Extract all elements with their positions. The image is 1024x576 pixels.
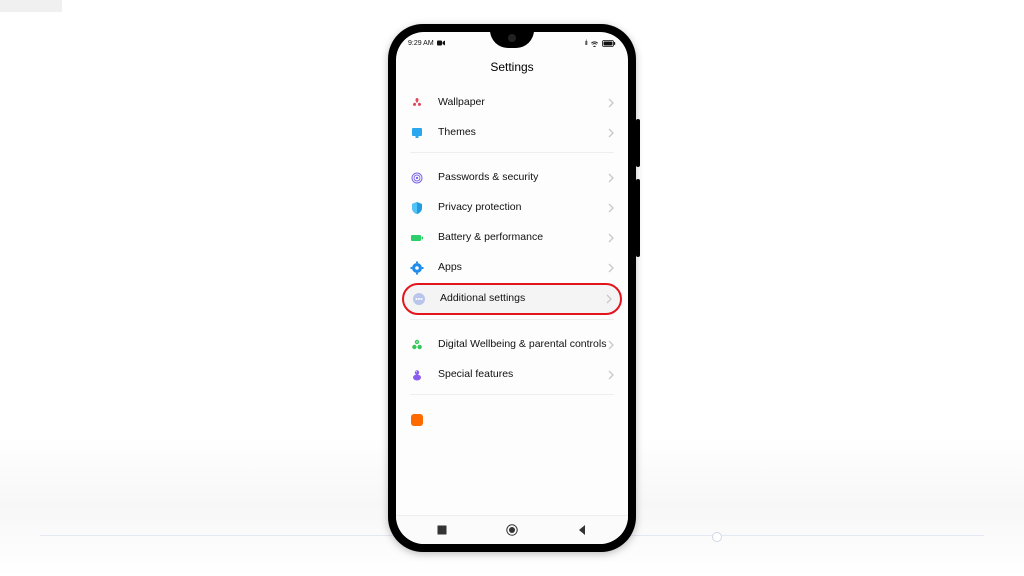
phone-screen: 9:29 AM ılı Settings Wallpaper [396,32,628,544]
shield-icon [410,201,424,215]
battery-icon [602,40,616,47]
signal-icon: ılı [585,40,587,47]
row-label: Battery & performance [438,231,608,244]
row-battery-performance[interactable]: Battery & performance [396,223,628,253]
chevron-right-icon [608,128,614,138]
mi-icon [410,413,424,427]
nav-home-button[interactable] [488,523,536,537]
gear-icon [410,261,424,275]
special-features-icon [410,368,424,382]
fingerprint-icon [410,171,424,185]
chevron-right-icon [606,294,612,304]
chevron-right-icon [608,263,614,273]
phone-mockup: 9:29 AM ılı Settings Wallpaper [388,24,636,552]
row-label [438,415,441,426]
row-special-features[interactable]: Special features [396,360,628,390]
row-digital-wellbeing[interactable]: Digital Wellbeing & parental controls [396,330,628,360]
chevron-right-icon [608,173,614,183]
wallpaper-icon [410,96,424,110]
section-divider [410,152,614,163]
chevron-right-icon [608,233,614,243]
row-apps[interactable]: Apps [396,253,628,283]
row-label: Additional settings [440,292,606,305]
battery-icon [410,231,424,245]
row-label: Apps [438,261,608,274]
section-divider [410,394,614,405]
row-label: Themes [438,126,608,139]
settings-list: Wallpaper Themes Passwords & security [396,88,628,427]
chevron-right-icon [608,340,614,350]
chevron-right-icon [608,370,614,380]
page-title: Settings [396,52,628,88]
row-privacy-protection[interactable]: Privacy protection [396,193,628,223]
bottom-fade [396,490,628,516]
wifi-icon [590,40,599,47]
decorative-tab [0,0,62,12]
row-label: Passwords & security [438,171,608,184]
row-label: Digital Wellbeing & parental controls [438,338,608,351]
chevron-right-icon [608,203,614,213]
android-navbar [396,515,628,544]
video-icon [437,40,445,46]
row-wallpaper[interactable]: Wallpaper [396,88,628,118]
row-label: Special features [438,368,608,381]
phone-side-button [636,179,640,257]
row-additional-settings[interactable]: Additional settings [402,283,622,315]
nav-back-button[interactable] [558,524,606,536]
section-divider [410,319,614,330]
row-partially-hidden[interactable] [396,405,628,427]
nav-recent-button[interactable] [418,524,466,536]
status-time: 9:29 AM [408,40,434,47]
chevron-right-icon [608,98,614,108]
additional-settings-icon [412,292,426,306]
row-label: Privacy protection [438,201,608,214]
row-label: Wallpaper [438,96,608,109]
phone-side-button [636,119,640,167]
wellbeing-icon [410,338,424,352]
decorative-slider-knob [712,532,722,542]
row-themes[interactable]: Themes [396,118,628,148]
themes-icon [410,126,424,140]
row-passwords-security[interactable]: Passwords & security [396,163,628,193]
